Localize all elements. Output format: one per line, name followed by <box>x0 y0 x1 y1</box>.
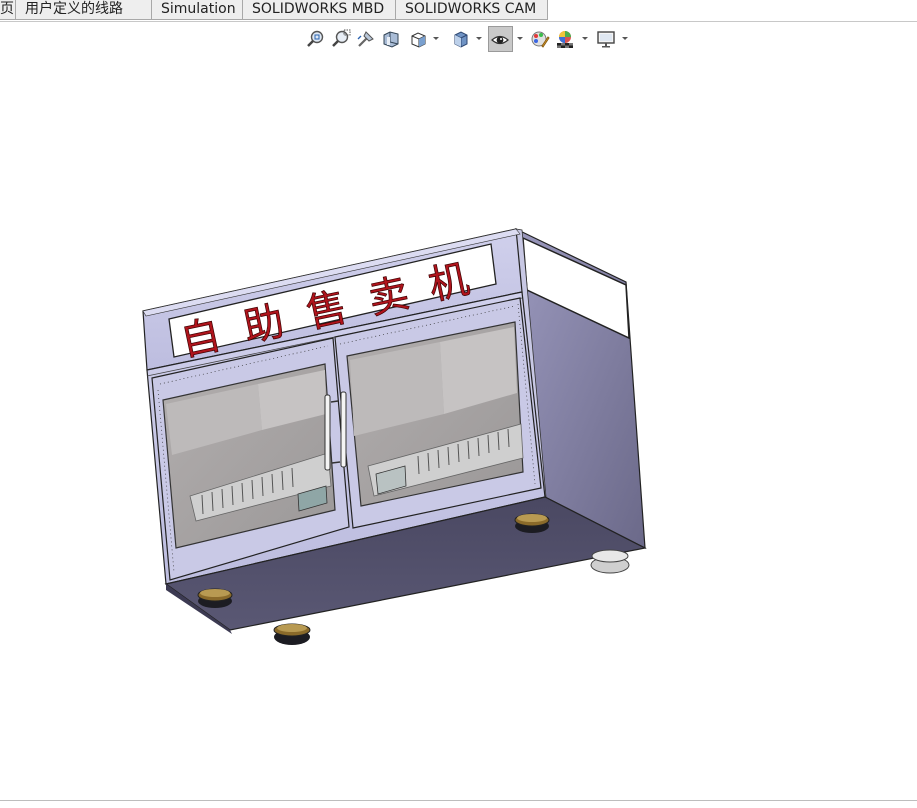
right-door[interactable] <box>334 297 542 529</box>
viewport-bottom-border <box>0 800 917 801</box>
tab-simulation[interactable]: Simulation <box>152 0 243 20</box>
display-style-dropdown[interactable] <box>475 26 483 52</box>
hide-show-items-button[interactable] <box>488 26 513 52</box>
view-orientation-button[interactable] <box>407 26 429 52</box>
view-settings-button[interactable] <box>595 26 617 52</box>
hide-show-items-icon <box>491 35 509 45</box>
foot-side-right <box>590 549 630 574</box>
display-style-button[interactable] <box>450 26 472 52</box>
previous-view-button[interactable] <box>355 26 377 52</box>
tab-label: SOLIDWORKS CAM <box>405 1 537 17</box>
zoom-to-fit-icon <box>307 30 324 47</box>
tab-user-routing[interactable]: 用户定义的线路 <box>16 0 152 20</box>
tab-solidworks-mbd[interactable]: SOLIDWORKS MBD <box>243 0 396 20</box>
foot-back-right <box>514 513 550 533</box>
view-settings-icon <box>597 31 615 48</box>
view-orientation-dropdown[interactable] <box>432 26 440 52</box>
edit-appearance-icon <box>531 31 550 48</box>
tab-label: Simulation <box>161 1 236 17</box>
command-manager-tabs: 页 用户定义的线路 Simulation SOLIDWORKS MBD SOLI… <box>0 0 917 22</box>
zoom-to-area-icon <box>332 29 351 47</box>
previous-view-icon <box>357 31 374 47</box>
graphics-area[interactable]: 自 助 售 卖 机 <box>0 52 917 800</box>
apply-scene-button[interactable] <box>554 26 576 52</box>
view-settings-dropdown[interactable] <box>621 26 629 52</box>
tab-page[interactable]: 页 <box>0 0 16 20</box>
foot-front-center <box>273 623 311 645</box>
chevron-down-icon <box>433 37 439 40</box>
tab-label: 用户定义的线路 <box>25 1 123 17</box>
section-view-button[interactable] <box>380 26 402 52</box>
chevron-down-icon <box>517 37 523 40</box>
tab-label: SOLIDWORKS MBD <box>252 1 385 17</box>
vending-machine-model[interactable]: 自 助 售 卖 机 <box>0 52 917 800</box>
chevron-down-icon <box>582 37 588 40</box>
zoom-to-area-button[interactable] <box>330 26 352 52</box>
heads-up-view-toolbar <box>305 26 630 52</box>
section-view-icon <box>383 31 399 48</box>
apply-scene-icon <box>557 31 573 48</box>
zoom-to-fit-button[interactable] <box>305 26 327 52</box>
tab-solidworks-cam[interactable]: SOLIDWORKS CAM <box>396 0 548 20</box>
foot-front-left <box>197 588 233 608</box>
chevron-down-icon <box>622 37 628 40</box>
chevron-down-icon <box>476 37 482 40</box>
view-orientation-icon <box>411 32 426 48</box>
edit-appearance-button[interactable] <box>529 26 551 52</box>
tab-label: 页 <box>0 1 14 17</box>
apply-scene-dropdown[interactable] <box>581 26 589 52</box>
hide-show-items-dropdown[interactable] <box>516 26 524 52</box>
display-style-icon <box>454 31 468 48</box>
